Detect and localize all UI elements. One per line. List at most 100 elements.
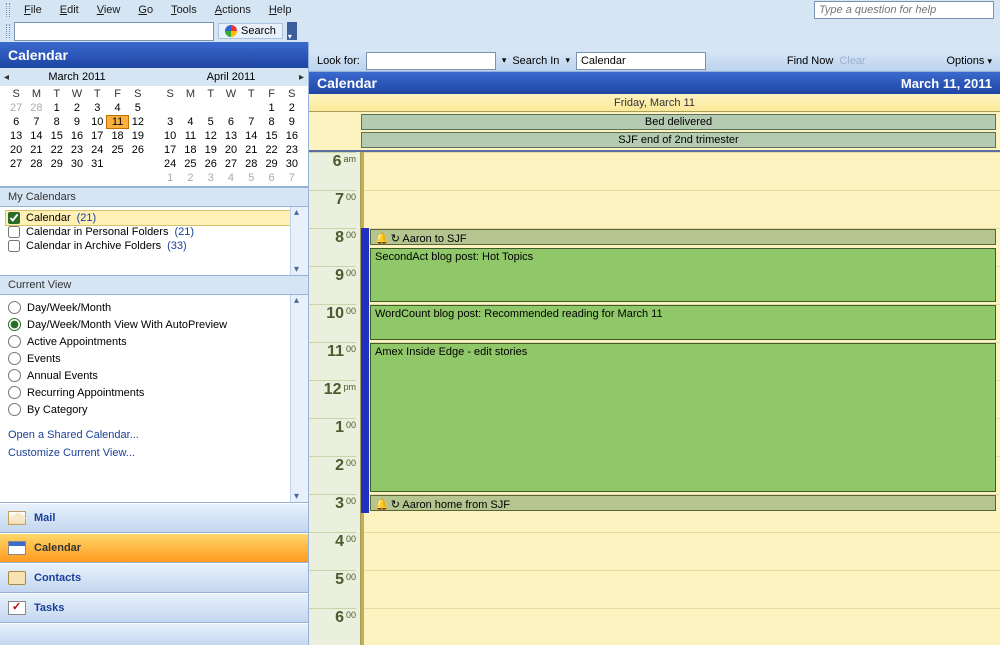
clear-button[interactable]: Clear	[839, 55, 865, 67]
minical-day[interactable]: 11	[106, 115, 128, 129]
minical-day[interactable]: 15	[47, 130, 67, 142]
calendar-item[interactable]: Calendar (21)	[5, 210, 303, 226]
minical-day[interactable]: 26	[201, 158, 221, 170]
minical-day[interactable]: 14	[26, 130, 46, 142]
views-scrollbar[interactable]	[290, 295, 308, 502]
calendars-scrollbar[interactable]	[290, 207, 308, 275]
minical-day[interactable]: 17	[87, 130, 107, 142]
view-radio[interactable]	[8, 369, 21, 382]
all-day-event[interactable]: SJF end of 2nd trimester	[361, 132, 996, 148]
menu-actions[interactable]: Actions	[207, 2, 259, 18]
minical-day[interactable]: 16	[282, 130, 302, 142]
minical-day[interactable]: 27	[6, 102, 26, 114]
event-column[interactable]: 🔔↻ Aaron to SJF SecondAct blog post: Hot…	[361, 152, 1000, 645]
look-for-dropdown-icon[interactable]: ▾	[502, 55, 507, 66]
calendar-item[interactable]: Calendar in Personal Folders (21)	[6, 225, 302, 239]
minical-day[interactable]: 22	[47, 144, 67, 156]
minical-day[interactable]: 9	[67, 116, 87, 128]
minical-day[interactable]: 31	[87, 158, 107, 170]
minical-day[interactable]: 15	[261, 130, 281, 142]
minical-day[interactable]: 7	[241, 116, 261, 128]
sidebar-link[interactable]: Open a Shared Calendar...	[6, 426, 302, 444]
minical-day[interactable]: 24	[160, 158, 180, 170]
search-input[interactable]	[14, 22, 214, 41]
minical-day[interactable]: 12	[128, 116, 148, 128]
minical-day[interactable]: 6	[6, 116, 26, 128]
minical-day[interactable]: 5	[241, 172, 261, 184]
minical-day[interactable]: 3	[160, 116, 180, 128]
search-in-input[interactable]	[576, 52, 706, 70]
minical-day[interactable]: 6	[261, 172, 281, 184]
minical-day[interactable]: 10	[160, 130, 180, 142]
minical-day[interactable]: 29	[261, 158, 281, 170]
menubar-grip[interactable]	[6, 3, 10, 17]
help-search-box[interactable]	[814, 1, 994, 19]
calendar-event[interactable]: Amex Inside Edge - edit stories	[370, 343, 996, 492]
view-radio[interactable]	[8, 318, 21, 331]
minical-day[interactable]: 1	[261, 102, 281, 114]
minical-day[interactable]: 18	[107, 130, 127, 142]
search-dropdown[interactable]	[287, 22, 297, 40]
minical-day[interactable]: 5	[128, 102, 148, 114]
nav-tasks[interactable]: Tasks	[0, 593, 308, 623]
minical-day[interactable]: 25	[180, 158, 200, 170]
minical-day[interactable]: 19	[128, 130, 148, 142]
minical-day[interactable]: 7	[282, 172, 302, 184]
view-radio[interactable]	[8, 352, 21, 365]
minical-day[interactable]: 9	[282, 116, 302, 128]
options-button[interactable]: Options ▾	[946, 55, 992, 67]
minical-day[interactable]: 4	[180, 116, 200, 128]
minical-day[interactable]: 20	[6, 144, 26, 156]
view-option[interactable]: Events	[6, 350, 302, 367]
calendar-event[interactable]: 🔔↻ Aaron home from SJF	[370, 495, 996, 511]
minical-day[interactable]: 25	[107, 144, 127, 156]
calendar-event[interactable]: 🔔↻ Aaron to SJF	[370, 229, 996, 245]
minical-day[interactable]: 11	[180, 130, 200, 142]
view-option[interactable]: Day/Week/Month	[6, 299, 302, 316]
minical-day[interactable]: 29	[47, 158, 67, 170]
menu-help[interactable]: Help	[261, 2, 300, 18]
calendar-item[interactable]: Calendar in Archive Folders (33)	[6, 239, 302, 253]
minical-day[interactable]: 28	[26, 158, 46, 170]
minical-day[interactable]: 30	[282, 158, 302, 170]
minical-day[interactable]: 16	[67, 130, 87, 142]
minical-day[interactable]: 19	[201, 144, 221, 156]
minical-day[interactable]: 20	[221, 144, 241, 156]
minical-day[interactable]: 2	[180, 172, 200, 184]
minical-day[interactable]: 22	[261, 144, 281, 156]
minical-day[interactable]: 1	[160, 172, 180, 184]
view-option[interactable]: Recurring Appointments	[6, 384, 302, 401]
minical-day[interactable]: 5	[201, 116, 221, 128]
all-day-event[interactable]: Bed delivered	[361, 114, 996, 130]
prev-month-icon[interactable]: ◂	[4, 72, 9, 83]
minical-day[interactable]: 1	[47, 102, 67, 114]
view-option[interactable]: Annual Events	[6, 367, 302, 384]
search-button[interactable]: Search	[218, 23, 283, 39]
calendar-checkbox[interactable]	[8, 226, 20, 238]
searchbar-grip[interactable]	[6, 24, 10, 38]
minical-day[interactable]: 14	[241, 130, 261, 142]
all-day-area[interactable]: Bed delivered SJF end of 2nd trimester	[309, 112, 1000, 152]
minical-day[interactable]: 28	[26, 102, 46, 114]
view-radio[interactable]	[8, 403, 21, 416]
view-option[interactable]: Day/Week/Month View With AutoPreview	[6, 316, 302, 333]
minical-day[interactable]: 6	[221, 116, 241, 128]
view-option[interactable]: By Category	[6, 401, 302, 418]
minical-day[interactable]: 18	[180, 144, 200, 156]
minical-day[interactable]: 3	[87, 102, 107, 114]
minical-day[interactable]: 2	[282, 102, 302, 114]
minical-day[interactable]: 2	[67, 102, 87, 114]
minical-day[interactable]: 23	[282, 144, 302, 156]
sidebar-link[interactable]: Customize Current View...	[6, 444, 302, 462]
minical-day[interactable]: 13	[221, 130, 241, 142]
calendar-event[interactable]: SecondAct blog post: Hot Topics	[370, 248, 996, 302]
minical-day[interactable]: 8	[47, 116, 67, 128]
minical-day[interactable]: 13	[6, 130, 26, 142]
next-month-icon[interactable]: ▸	[299, 72, 304, 83]
minical-day[interactable]: 28	[241, 158, 261, 170]
minical-day[interactable]: 12	[201, 130, 221, 142]
minical-day[interactable]: 17	[160, 144, 180, 156]
minical-day[interactable]: 30	[67, 158, 87, 170]
minical-day[interactable]: 21	[241, 144, 261, 156]
view-radio[interactable]	[8, 386, 21, 399]
